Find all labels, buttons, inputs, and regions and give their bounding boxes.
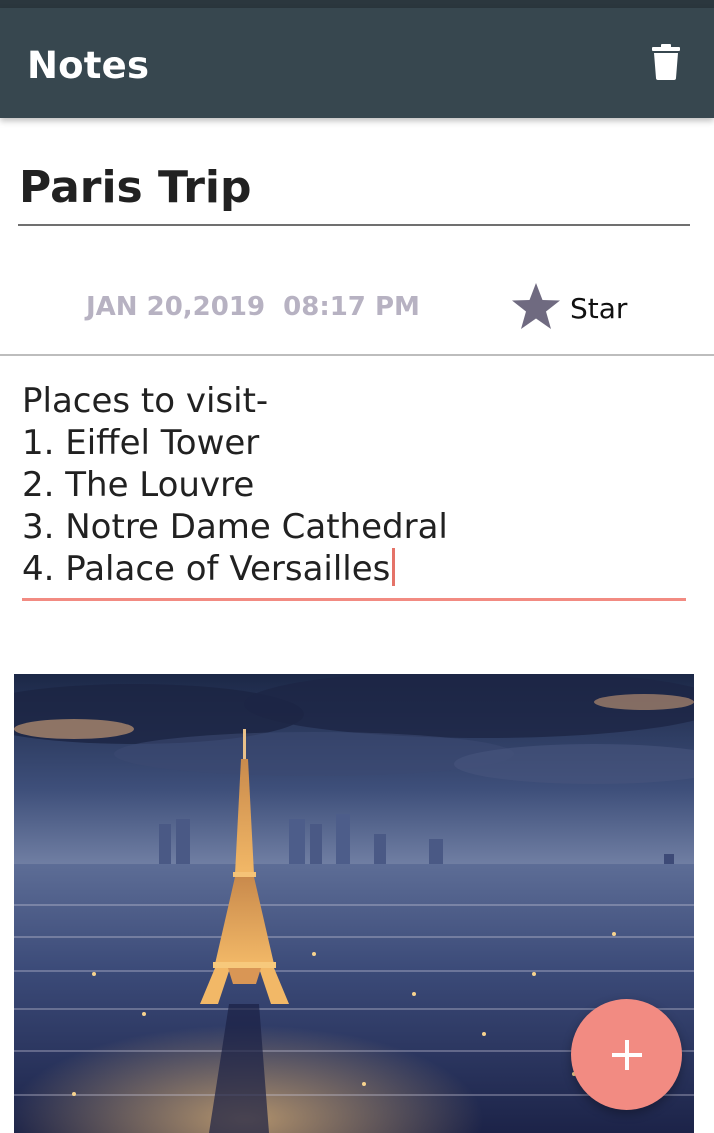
delete-button[interactable] [640,36,692,88]
app-title: Notes [27,44,150,87]
body-line: Places to visit- [22,381,269,421]
plus-icon [611,1039,642,1070]
star-label: Star [570,292,628,325]
star-button[interactable]: Star [510,280,640,334]
note-body-field[interactable]: Places to visit- 1. Eiffel Tower 2. The … [22,380,686,601]
note-title-field[interactable]: Paris Trip [18,160,690,226]
body-line: 3. Notre Dame Cathedral [22,507,448,547]
text-cursor [392,548,396,586]
trash-icon [652,44,680,80]
body-line-text: 4. Palace of Versailles [22,549,391,589]
status-bar [0,0,714,8]
note-meta-row: JAN 20,2019 08:17 PM Star [0,270,714,356]
body-line: 1. Eiffel Tower [22,423,260,463]
body-line-last: 4. Palace of Versailles [22,548,686,590]
note-date: JAN 20,2019 08:17 PM [86,292,420,322]
add-note-button[interactable] [571,999,682,1110]
note-title: Paris Trip [19,162,252,213]
app-bar: Notes [0,8,714,118]
star-icon [512,283,560,329]
body-line: 2. The Louvre [22,465,255,505]
